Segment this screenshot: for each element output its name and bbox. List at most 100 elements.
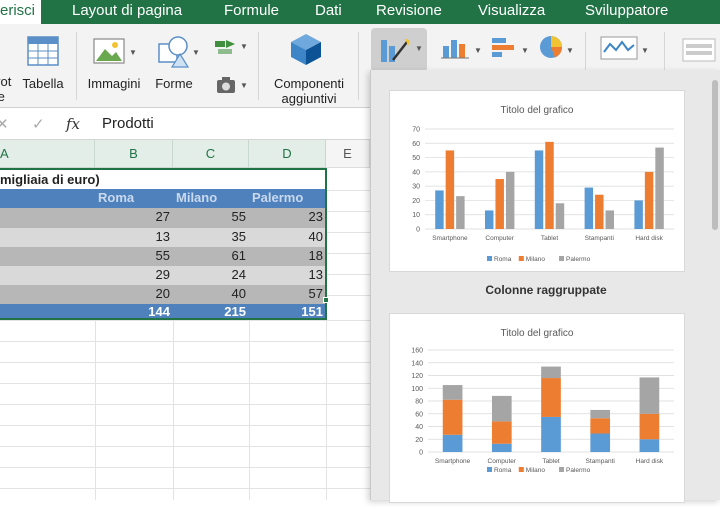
tab-layout-di-pagina[interactable]: Layout di pagina [72, 0, 182, 24]
column-header-c[interactable]: C [173, 140, 249, 168]
y-tick-label: 0 [416, 227, 420, 234]
ribbon-separator [358, 32, 359, 100]
forme-label: Forme [155, 76, 193, 91]
legend-label: Palermo [566, 467, 591, 474]
tab-visualizza[interactable]: Visualizza [478, 0, 545, 24]
x-category-label: Hard disk [635, 235, 663, 242]
grafici-consigliati-button[interactable]: ▼ [371, 28, 427, 72]
worksheet-grid[interactable]: A B C D E migliaia di euro) Roma Milano … [0, 140, 370, 500]
chart-title: Titolo del grafico [501, 105, 574, 116]
chevron-down-icon: ▼ [521, 46, 529, 55]
line-sparkline-icon [600, 36, 638, 60]
y-tick-label: 20 [415, 437, 423, 444]
tab-inserisci[interactable]: erisci [0, 0, 42, 24]
gallery-scrollbar-thumb[interactable] [712, 80, 718, 230]
chart-bar [442, 434, 463, 452]
pie-chart-icon [540, 36, 563, 58]
chevron-down-icon: ▼ [240, 81, 248, 90]
chart-bar [634, 200, 643, 229]
selection-range [0, 168, 327, 320]
legend-label: Milano [526, 467, 546, 474]
legend-swatch [487, 467, 492, 472]
tab-dati[interactable]: Dati [315, 0, 342, 24]
x-category-label: Tablet [542, 458, 560, 465]
x-category-label: Computer [485, 235, 514, 242]
column-header-a[interactable]: A [0, 140, 95, 168]
stacked-column-chart: Titolo del grafico 0 20 40 60 80 100 120 140 160 S… [411, 328, 674, 474]
tab-formule[interactable]: Formule [224, 0, 279, 24]
tab-sviluppatore[interactable]: Sviluppatore [585, 0, 668, 24]
chart-bar [505, 171, 515, 229]
chart-bar [639, 439, 660, 452]
column-header-e[interactable]: E [326, 140, 370, 168]
function-icon[interactable]: fx [66, 115, 80, 133]
confirm-icon[interactable]: ✓ [32, 115, 45, 133]
legend-swatch [518, 467, 524, 472]
legend-swatch [559, 467, 564, 472]
table-icon [27, 36, 59, 66]
pivot-table-button[interactable]: vot te [0, 74, 18, 104]
chevron-down-icon: ▼ [415, 44, 423, 53]
chart-bar [555, 203, 565, 229]
tab-revisione[interactable]: Revisione [376, 0, 442, 24]
chart-bar [445, 150, 455, 229]
chart-bar [491, 443, 512, 452]
chart-bar [442, 399, 463, 435]
y-tick-label: 60 [412, 141, 420, 148]
x-category-label: Computer [488, 458, 517, 465]
y-tick-label: 20 [412, 198, 420, 205]
y-tick-label: 160 [411, 348, 423, 355]
gridline [0, 404, 370, 405]
chart-bar [584, 187, 594, 229]
chevron-down-icon: ▼ [192, 48, 200, 57]
chart-bar [442, 385, 463, 400]
x-category-label: Tablet [541, 235, 559, 242]
gridline [0, 425, 370, 426]
x-category-label: Stampanti [586, 458, 615, 465]
gridline [0, 362, 370, 363]
legend-swatch [518, 256, 524, 261]
stacked-column-thumbnail[interactable]: Titolo del grafico 0 20 40 60 80 100 120 140 160 S… [389, 313, 685, 503]
y-tick-label: 40 [412, 169, 420, 176]
clustered-column-thumbnail[interactable]: Titolo del grafico 0 10 20 30 40 50 60 70 Smartph… [389, 90, 685, 272]
gridline [0, 467, 370, 468]
column-header-b[interactable]: B [95, 140, 173, 168]
gallery-section-label: Colonne raggruppate [485, 283, 607, 297]
y-tick-label: 0 [419, 450, 423, 457]
formula-input[interactable]: Prodotti [102, 115, 154, 132]
chart-bar [534, 150, 544, 229]
chart-bar [644, 171, 654, 229]
chart-bar [435, 190, 444, 229]
chart-gallery-dropdown: Titolo del grafico 0 10 20 30 40 50 60 70 Smartph… [370, 70, 720, 503]
x-category-label: Hard disk [636, 458, 664, 465]
gridline [0, 383, 370, 384]
chart-bar [590, 433, 611, 452]
add-in-cube-icon [291, 34, 321, 65]
legend-label: Palermo [566, 256, 591, 263]
immagini-label: Immagini [87, 76, 141, 91]
y-tick-label: 60 [415, 411, 423, 418]
column-header-d[interactable]: D [249, 140, 326, 168]
legend-label: Milano [526, 256, 546, 263]
chevron-down-icon: ▼ [240, 42, 248, 51]
slicer-icon [682, 38, 716, 62]
chart-bar [639, 377, 660, 414]
chart-title: Titolo del grafico [501, 328, 574, 339]
y-tick-label: 30 [412, 184, 420, 191]
chart-bar [605, 210, 614, 229]
fill-handle[interactable] [323, 297, 329, 303]
gridline [0, 488, 370, 489]
chart-bar [590, 418, 611, 434]
chart-bar [655, 147, 664, 229]
y-tick-label: 80 [415, 399, 423, 406]
gridline [0, 446, 370, 447]
x-category-label: Smartphone [435, 458, 471, 465]
chart-bar [485, 210, 494, 229]
y-tick-label: 140 [411, 360, 423, 367]
ribbon-tab-bar: erisci Layout di pagina Formule Dati Rev… [0, 0, 720, 24]
formula-bar: ✕ ✓ fx Prodotti [0, 108, 370, 140]
cancel-icon[interactable]: ✕ [0, 115, 9, 133]
chart-bar [541, 366, 561, 379]
chevron-down-icon: ▼ [129, 48, 137, 57]
chart-bar [590, 409, 611, 419]
